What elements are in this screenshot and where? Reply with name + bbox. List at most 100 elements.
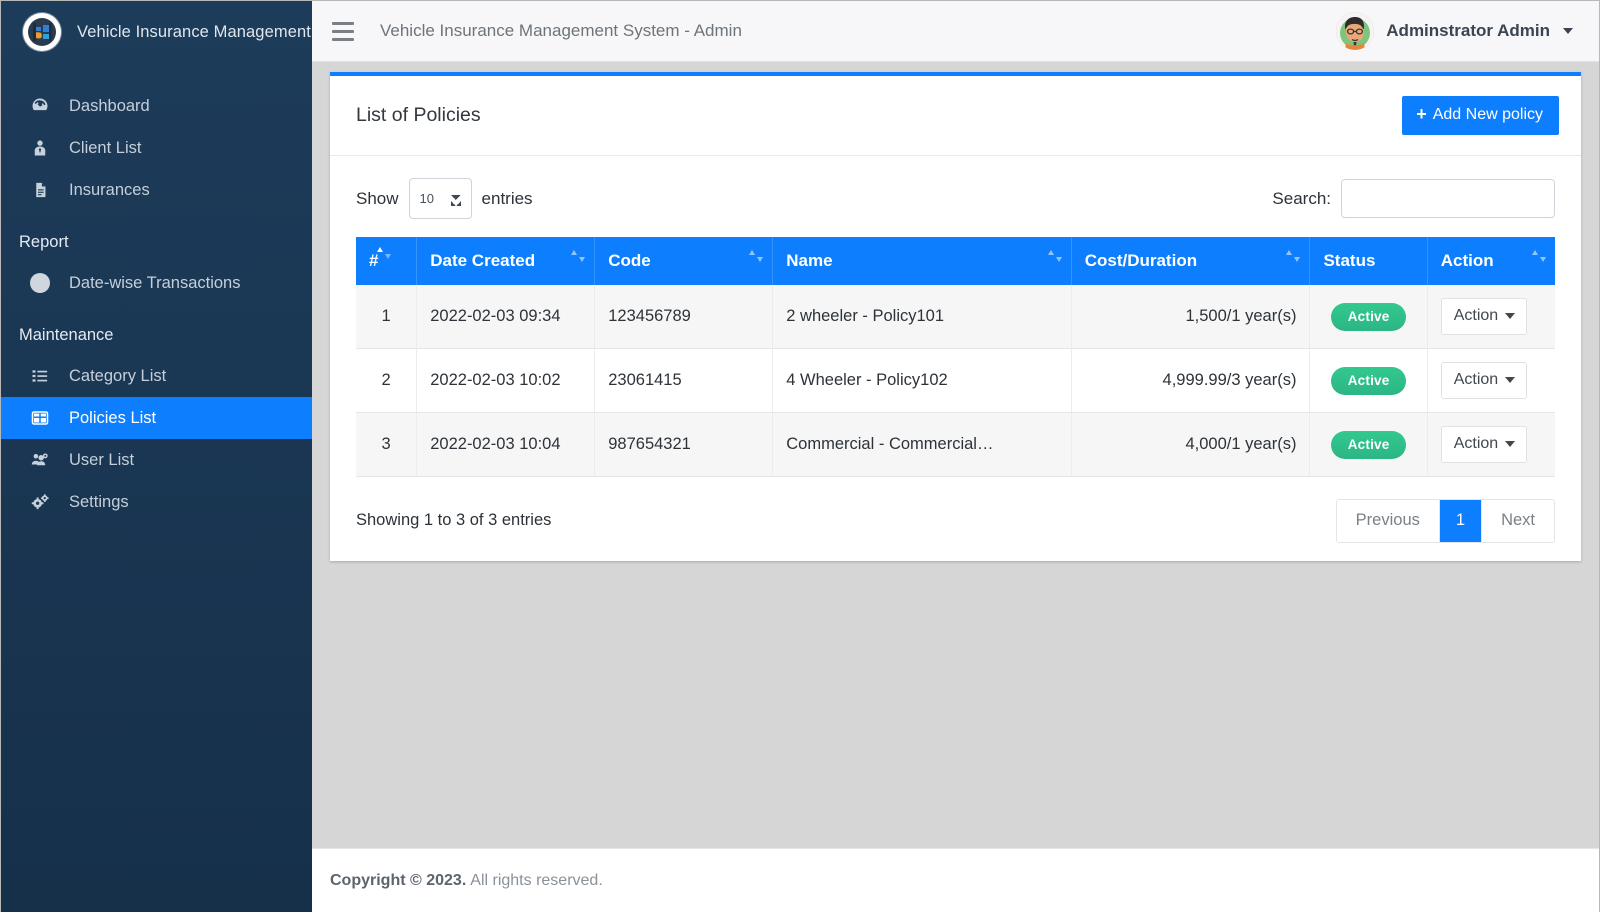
cell-cost: 4,000/1 year(s): [1071, 412, 1311, 477]
row-action-label: Action: [1453, 435, 1499, 452]
cell-index: 2: [356, 348, 418, 413]
cell-cost: 1,500/1 year(s): [1071, 285, 1311, 349]
add-new-policy-button[interactable]: + Add New policy: [1402, 96, 1559, 135]
add-new-policy-label: Add New policy: [1432, 106, 1543, 123]
show-label: Show: [356, 188, 399, 208]
sidebar-item-user-list[interactable]: User List: [1, 439, 312, 481]
pagination: Previous 1 Next: [1335, 499, 1555, 543]
column-header-status[interactable]: Status: [1309, 237, 1428, 285]
sidebar-item-label: Policies List: [69, 408, 157, 427]
sidebar-item-dashboard[interactable]: Dashboard: [1, 85, 312, 127]
cell-index: 1: [356, 285, 418, 349]
user-name: Adminstrator Admin: [1386, 21, 1550, 40]
users-cog-icon: [27, 449, 53, 471]
circle-dot-icon: [27, 272, 53, 294]
list-ul-icon: [27, 365, 53, 387]
row-action-dropdown-button[interactable]: Action: [1440, 362, 1528, 399]
sidebar-item-label: User List: [69, 450, 135, 469]
sidebar-item-policies-list[interactable]: Policies List: [1, 397, 312, 439]
cell-date: 2022-02-03 10:02: [416, 348, 596, 413]
caret-down-icon: [1505, 377, 1516, 383]
row-action-dropdown-button[interactable]: Action: [1440, 426, 1528, 463]
column-header-cost-duration[interactable]: Cost/Duration: [1071, 237, 1311, 285]
main-region: Vehicle Insurance Management System - Ad…: [312, 1, 1599, 912]
cell-status: Active: [1309, 285, 1428, 349]
sort-arrows-icon: [1285, 248, 1301, 262]
sidebar-brand[interactable]: Vehicle Insurance Management: [1, 1, 312, 63]
pagination-next-button[interactable]: Next: [1482, 500, 1554, 542]
row-action-label: Action: [1453, 307, 1499, 324]
cell-date: 2022-02-03 10:04: [416, 412, 596, 477]
column-label: Date Created: [430, 251, 536, 270]
table-row: 3 2022-02-03 10:04 987654321 Commercial …: [356, 412, 1555, 477]
sidebar-item-label: Category List: [69, 366, 167, 385]
topbar: Vehicle Insurance Management System - Ad…: [312, 1, 1599, 62]
search-input[interactable]: [1341, 179, 1555, 218]
sort-arrows-icon: [1047, 248, 1063, 262]
column-header-code[interactable]: Code: [594, 237, 774, 285]
caret-down-icon: [1563, 28, 1573, 34]
table-body: 1 2022-02-03 09:34 123456789 2 wheeler -…: [356, 285, 1555, 477]
table-head: # Date Created Code Name Cost/Duration S…: [356, 237, 1555, 285]
pagination-page-1-button[interactable]: 1: [1439, 500, 1483, 542]
table-row: 2 2022-02-03 10:02 23061415 4 Wheeler - …: [356, 348, 1555, 413]
cell-name: 4 Wheeler - Policy102: [772, 348, 1072, 413]
column-header-date-created[interactable]: Date Created: [416, 237, 596, 285]
datatable-controls: Show 102550100 entries Search:: [356, 178, 1555, 219]
entries-info: Showing 1 to 3 of 3 entries: [356, 511, 552, 530]
status-badge: Active: [1330, 366, 1407, 395]
sort-arrows-icon: [376, 245, 392, 259]
policies-table: # Date Created Code Name Cost/Duration S…: [356, 237, 1555, 477]
sidebar-item-settings[interactable]: Settings: [1, 481, 312, 523]
sidebar-item-category-list[interactable]: Category List: [1, 355, 312, 397]
cell-status: Active: [1309, 412, 1428, 477]
card-body: Show 102550100 entries Search:: [330, 156, 1581, 561]
dashboard-gauge-icon: [27, 95, 53, 117]
sidebar-item-client-list[interactable]: Client List: [1, 127, 312, 169]
column-header-index[interactable]: #: [356, 237, 418, 285]
column-label: Code: [608, 251, 651, 270]
row-action-dropdown-button[interactable]: Action: [1440, 298, 1528, 335]
user-menu[interactable]: Adminstrator Admin: [1336, 12, 1577, 50]
cell-cost: 4,999.99/3 year(s): [1071, 348, 1311, 413]
entries-length-control: Show 102550100 entries: [356, 178, 533, 219]
app-root: Vehicle Insurance Management Dashboard C…: [0, 0, 1600, 912]
table-row: 1 2022-02-03 09:34 123456789 2 wheeler -…: [356, 285, 1555, 349]
card-title: List of Policies: [356, 104, 481, 126]
sidebar-item-label: Dashboard: [69, 96, 150, 115]
sidebar-item-label: Client List: [69, 138, 142, 157]
table-grid-icon: [27, 407, 53, 429]
cell-code: 123456789: [594, 285, 774, 349]
hamburger-menu-icon[interactable]: [332, 18, 358, 44]
page-title: Vehicle Insurance Management System - Ad…: [380, 21, 742, 40]
content-area: List of Policies + Add New policy Show 1…: [312, 62, 1599, 848]
pagination-previous-button[interactable]: Previous: [1336, 500, 1440, 542]
column-label: Cost/Duration: [1084, 251, 1198, 270]
row-action-label: Action: [1453, 371, 1499, 388]
sidebar-item-date-wise-transactions[interactable]: Date-wise Transactions: [1, 262, 312, 304]
caret-down-icon: [1505, 313, 1516, 319]
sidebar-item-label: Settings: [69, 492, 129, 511]
search-label: Search:: [1272, 188, 1331, 208]
plus-icon: +: [1416, 104, 1427, 124]
cell-name: Commercial - Commercial…: [772, 412, 1072, 477]
status-badge: Active: [1330, 430, 1407, 459]
status-badge: Active: [1330, 302, 1407, 331]
column-header-action[interactable]: Action: [1427, 237, 1555, 285]
sidebar-item-label: Date-wise Transactions: [69, 273, 241, 292]
sidebar-item-insurances[interactable]: Insurances: [1, 169, 312, 211]
cell-name: 2 wheeler - Policy101: [772, 285, 1072, 349]
sidebar: Vehicle Insurance Management Dashboard C…: [1, 1, 312, 912]
sidebar-section-report: Report: [19, 233, 69, 251]
cell-action: Action: [1427, 348, 1555, 413]
sort-arrows-icon: [570, 248, 586, 262]
sort-arrows-icon: [748, 248, 764, 262]
column-header-name[interactable]: Name: [772, 237, 1072, 285]
cell-action: Action: [1427, 285, 1555, 349]
sidebar-item-label: Insurances: [69, 180, 150, 199]
user-avatar-icon: [1336, 12, 1375, 50]
sidebar-nav: Dashboard Client List Insurances Report …: [1, 85, 312, 523]
entries-label: entries: [481, 188, 533, 208]
entries-length-select[interactable]: 102550100: [408, 178, 472, 219]
footer: Copyright © 2023. All rights reserved.: [312, 848, 1599, 912]
